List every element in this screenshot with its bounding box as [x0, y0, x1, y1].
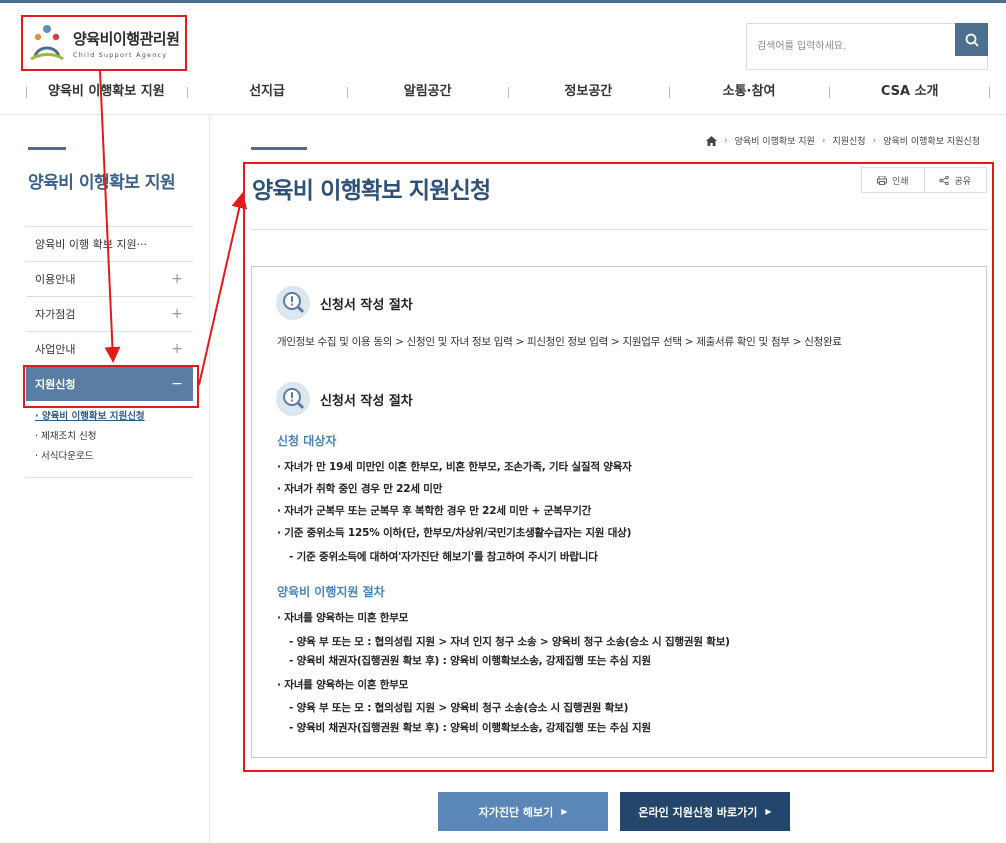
annotation-arrow-down — [99, 70, 121, 363]
annotation-arrow-up — [198, 192, 248, 386]
annotation-arrows — [99, 70, 248, 386]
